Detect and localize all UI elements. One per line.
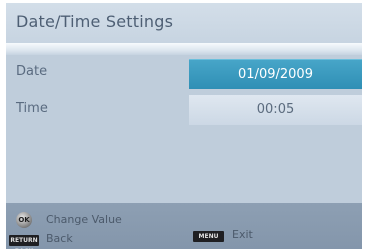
return-key-icon: RETURN BACK bbox=[9, 235, 39, 249]
title-bar: Date/Time Settings bbox=[6, 3, 362, 43]
date-field[interactable]: 01/09/2009 bbox=[189, 59, 362, 89]
settings-panel: Date/Time Settings Date 01/09/2009 Time … bbox=[6, 3, 362, 249]
time-label: Time bbox=[16, 101, 48, 116]
menu-key-icon: MENU bbox=[193, 231, 224, 242]
change-value-hint: Change Value bbox=[46, 213, 122, 226]
divider bbox=[6, 43, 362, 55]
exit-hint: Exit bbox=[232, 228, 253, 241]
back-hint: Back bbox=[46, 232, 73, 245]
ok-button-icon: OK bbox=[16, 212, 32, 228]
date-label: Date bbox=[16, 64, 48, 79]
footer-help-bar: OK Change Value RETURN BACK Back MENU Ex… bbox=[6, 203, 362, 249]
time-field[interactable]: 00:05 bbox=[189, 95, 362, 125]
page-title: Date/Time Settings bbox=[16, 12, 174, 31]
